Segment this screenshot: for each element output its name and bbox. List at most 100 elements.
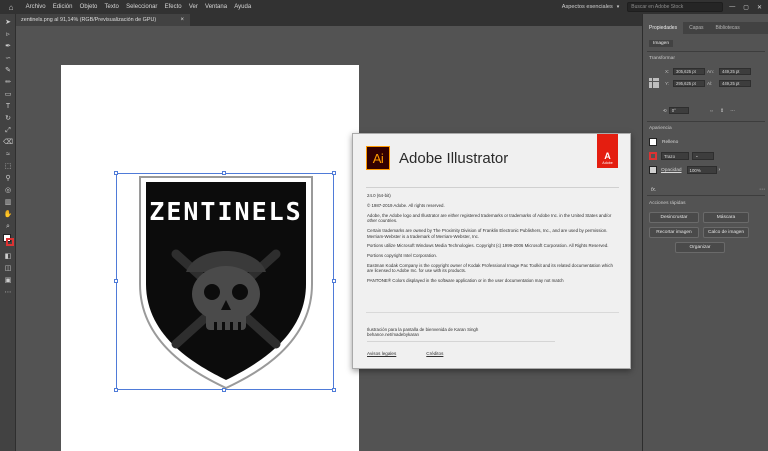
menu-ver[interactable]: Ver	[185, 4, 201, 10]
zoom-tool-icon[interactable]: ⌕	[3, 222, 13, 231]
stroke-label[interactable]: Trazo	[661, 152, 689, 160]
color-mode-icon[interactable]: ◧	[3, 252, 13, 261]
selection-tool-icon[interactable]: ➤	[3, 18, 13, 27]
mask-button[interactable]: Máscara	[703, 212, 749, 223]
pencil-tool-icon[interactable]: ✏	[3, 78, 13, 87]
chevron-right-icon[interactable]: ›	[719, 167, 721, 173]
image-trace-button[interactable]: Calco de imagen	[703, 227, 749, 238]
legal-paragraph: Eastman Kodak Company is the copyright o…	[367, 262, 613, 274]
more-options-icon[interactable]: ⋯	[759, 186, 765, 193]
menu-seleccionar[interactable]: Seleccionar	[122, 4, 161, 10]
document-tab[interactable]: zentinels.png al 91,14% (RGB/Previsualiz…	[16, 14, 190, 26]
maximize-button[interactable]: ▢	[743, 4, 749, 11]
stock-search-input[interactable]: Buscar en Adobe Stock	[627, 2, 724, 12]
minimize-button[interactable]: —	[729, 4, 735, 11]
free-transform-tool-icon[interactable]: ⬚	[3, 162, 13, 171]
warp-tool-icon[interactable]: ≈	[3, 150, 13, 159]
illustrator-window: ⌂ Archivo Edición Objeto Texto Seleccion…	[0, 0, 768, 451]
hand-tool-icon[interactable]: ✋	[3, 210, 13, 219]
arrange-button[interactable]: Organizar	[675, 242, 725, 253]
menu-texto[interactable]: Texto	[101, 4, 123, 10]
type-tool-icon[interactable]: T	[3, 102, 13, 111]
width-input[interactable]: 449,25 pt	[719, 68, 751, 75]
handle-bottom-center[interactable]	[222, 388, 226, 392]
context-label: Imagen	[649, 40, 673, 47]
handle-top-right[interactable]	[332, 171, 336, 175]
eyedropper-tool-icon[interactable]: ⚲	[3, 174, 13, 183]
handle-top-center[interactable]	[222, 171, 226, 175]
close-icon[interactable]: ×	[180, 17, 184, 23]
menu-items: Archivo Edición Objeto Texto Seleccionar…	[22, 4, 255, 10]
more-tools-icon[interactable]: ⋯	[3, 288, 13, 297]
legal-notices-link[interactable]: Avisos legales	[367, 351, 396, 356]
direct-selection-tool-icon[interactable]: ▹	[3, 30, 13, 39]
eraser-tool-icon[interactable]: ⌫	[3, 138, 13, 147]
curvature-tool-icon[interactable]: ∽	[3, 54, 13, 63]
screen-mode-icon[interactable]: ▣	[3, 276, 13, 285]
tab-capas[interactable]: Capas	[683, 22, 709, 34]
height-input[interactable]: 449,25 pt	[719, 80, 751, 87]
opacity-label[interactable]: Opacidad	[661, 168, 682, 173]
menu-ayuda[interactable]: Ayuda	[231, 4, 255, 10]
y-field[interactable]: Y: 295,625 pt	[665, 80, 705, 87]
handle-bottom-left[interactable]	[114, 388, 118, 392]
x-input[interactable]: 305,625 pt	[673, 68, 705, 75]
handle-bottom-right[interactable]	[332, 388, 336, 392]
draw-mode-icon[interactable]: ◫	[3, 264, 13, 273]
stroke-weight-input[interactable]: ⌄	[692, 152, 714, 160]
flip-vertical-icon[interactable]: ⇕	[720, 108, 724, 114]
fill-swatch[interactable]	[649, 138, 657, 146]
divider	[647, 195, 765, 196]
crop-image-button[interactable]: Recortar imagen	[649, 227, 699, 238]
product-name: Adobe Illustrator	[399, 150, 509, 167]
stroke-swatch[interactable]	[6, 238, 14, 246]
rotation-field[interactable]: ⟲ 0°	[663, 107, 689, 114]
y-input[interactable]: 295,625 pt	[673, 80, 705, 87]
blend-tool-icon[interactable]: ◎	[3, 186, 13, 195]
tab-propiedades[interactable]: Propiedades	[643, 22, 684, 34]
selection-bounding-box[interactable]	[114, 171, 336, 392]
more-options-icon[interactable]: ⋯	[730, 108, 735, 114]
flip-horizontal-icon[interactable]: ⇔	[709, 108, 714, 114]
workspace-switcher[interactable]: Aspectos esenciales	[562, 4, 613, 10]
pen-tool-icon[interactable]: ✒	[3, 42, 13, 51]
close-button[interactable]: ✕	[757, 4, 762, 11]
graph-tool-icon[interactable]: ▥	[3, 198, 13, 207]
embed-toggle-button[interactable]: Desincrustar	[649, 212, 699, 223]
fx-icon[interactable]: fx.	[651, 187, 656, 193]
scale-tool-icon[interactable]: ⤢	[3, 126, 13, 135]
chevron-down-icon[interactable]: ▾	[617, 4, 620, 10]
opacity-icon	[649, 166, 657, 174]
legal-paragraph: Adobe, the Adobe logo and Illustrator ar…	[367, 212, 612, 224]
reference-point-icon[interactable]	[649, 78, 659, 88]
opacity-input[interactable]: 100%	[686, 166, 717, 174]
legal-paragraph: PANTONE® Colors displayed in the softwar…	[367, 278, 564, 284]
handle-middle-right[interactable]	[332, 279, 336, 283]
properties-panel: Propiedades Capas Bibliotecas Imagen Tra…	[642, 14, 768, 451]
fill-label: Relleno	[662, 139, 679, 145]
height-field[interactable]: Al: 449,25 pt	[707, 80, 751, 87]
home-icon[interactable]: ⌂	[0, 0, 22, 14]
handle-middle-left[interactable]	[114, 279, 118, 283]
menu-objeto[interactable]: Objeto	[76, 4, 101, 10]
tab-bibliotecas[interactable]: Bibliotecas	[710, 22, 746, 34]
menu-ventana[interactable]: Ventana	[201, 4, 230, 10]
credits-link[interactable]: Créditos	[426, 351, 443, 356]
brush-tool-icon[interactable]: ✎	[3, 66, 13, 75]
version-text: 24.0 (64-bit)	[367, 193, 391, 198]
document-tab-bar: zentinels.png al 91,14% (RGB/Previsualiz…	[16, 14, 642, 26]
stroke-swatch[interactable]	[649, 152, 657, 160]
width-field[interactable]: An: 449,25 pt	[707, 68, 751, 75]
menu-edicion[interactable]: Edición	[49, 4, 76, 10]
menu-efecto[interactable]: Efecto	[161, 4, 185, 10]
handle-top-left[interactable]	[114, 171, 118, 175]
stroke-row: Trazo ⌄	[649, 152, 714, 160]
rotate-tool-icon[interactable]: ↻	[3, 114, 13, 123]
menu-archivo[interactable]: Archivo	[22, 4, 49, 10]
rotation-input[interactable]: 0°	[668, 107, 689, 114]
credit-link[interactable]: behance.net/madebykaran	[367, 332, 555, 337]
shape-tool-icon[interactable]: ▭	[3, 90, 13, 99]
legal-text-scroll[interactable]: 24.0 (64-bit) © 1987-2019 Adobe. All rig…	[367, 193, 617, 308]
x-field[interactable]: X: 305,625 pt	[665, 68, 705, 75]
legal-paragraph: Certain trademarks are owned by The Prox…	[367, 227, 608, 239]
